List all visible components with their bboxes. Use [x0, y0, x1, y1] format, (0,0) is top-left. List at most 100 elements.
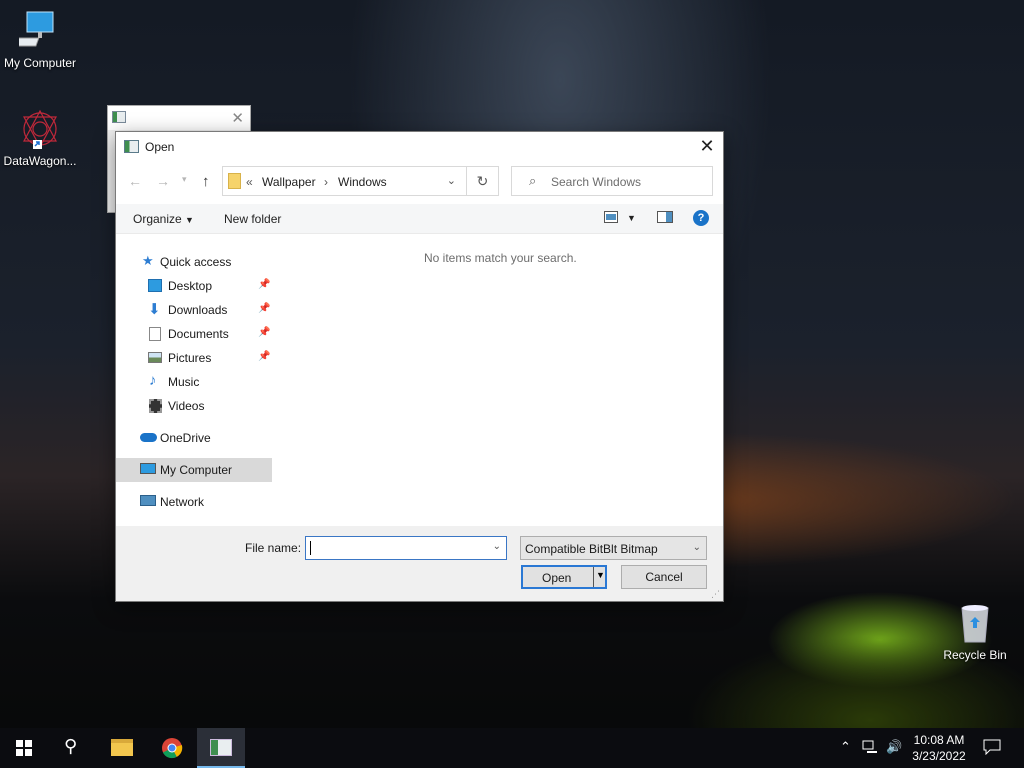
sidebar-item-label: Pictures [168, 351, 212, 365]
help-icon[interactable]: ? [693, 210, 709, 226]
breadcrumb-wallpaper[interactable]: Wallpaper [262, 175, 316, 189]
file-explorer-taskbar-button[interactable] [98, 728, 146, 768]
organize-button[interactable]: Organize ▼ [133, 212, 194, 226]
network-status-icon[interactable] [862, 739, 878, 768]
file-type-value: Compatible BitBlt Bitmap [525, 542, 658, 556]
pin-icon[interactable]: 📌 [258, 303, 270, 314]
chevron-down-icon[interactable]: ⌄ [493, 541, 501, 552]
sidebar-item-music[interactable]: ♪ Music [116, 370, 272, 394]
pin-icon[interactable]: 📌 [258, 279, 270, 290]
desktop-icon-label: My Computer [3, 56, 77, 70]
recycle-bin-icon [954, 602, 996, 644]
desktop-icon-recycle-bin[interactable]: Recycle Bin [935, 602, 1015, 662]
breadcrumb-overflow[interactable]: « [246, 175, 253, 189]
dropdown-arrow-icon[interactable]: ▼ [596, 570, 605, 580]
sidebar-item-network[interactable]: Network [116, 490, 272, 514]
sidebar-item-label: OneDrive [160, 431, 211, 445]
split-divider [593, 567, 594, 587]
open-button-label: Open [542, 571, 572, 585]
sidebar-item-desktop[interactable]: Desktop 📌 [116, 274, 272, 298]
file-name-input[interactable]: ⌄ [305, 536, 507, 560]
notifications-icon[interactable] [983, 739, 1001, 768]
sidebar-item-label: Network [160, 495, 205, 509]
sidebar-item-videos[interactable]: Videos [116, 394, 272, 418]
sidebar-item-label: Music [168, 375, 200, 389]
network-icon [140, 495, 156, 506]
chrome-icon [162, 738, 183, 759]
search-box[interactable]: ⌕ Search Windows [511, 166, 713, 196]
sidebar-item-label: Documents [168, 327, 229, 341]
new-folder-button[interactable]: New folder [224, 212, 281, 226]
search-button[interactable]: ⚲ [48, 728, 96, 768]
open-file-dialog: Open ✕ ← → ▾ ↑ « Wallpaper › Windows ⌄ ↻… [115, 131, 724, 602]
back-arrow-icon[interactable]: ← [128, 173, 142, 189]
address-bar[interactable]: « Wallpaper › Windows ⌄ ↻ [222, 166, 499, 196]
pictures-icon [148, 352, 162, 363]
film-icon [149, 399, 162, 413]
breadcrumb-windows[interactable]: Windows [338, 175, 387, 189]
preview-pane-icon[interactable] [657, 211, 673, 226]
search-icon: ⚲ [64, 736, 78, 756]
chevron-right-icon[interactable]: › [324, 175, 328, 189]
recent-locations-chevron-icon[interactable]: ▾ [182, 174, 187, 185]
dialog-footer: File name: ⌄ Compatible BitBlt Bitmap ⌄ … [116, 526, 723, 601]
music-note-icon: ♪ [149, 372, 157, 389]
navigation-pane: ★ Quick access Desktop 📌 ⬇ Downloads 📌 D… [116, 234, 272, 526]
sidebar-item-my-computer[interactable]: My Computer [116, 458, 272, 482]
active-app-taskbar-button[interactable] [197, 728, 245, 768]
up-arrow-icon[interactable]: ↑ [202, 173, 210, 190]
chevron-down-icon[interactable]: ▼ [627, 213, 636, 223]
dialog-title: Open [145, 140, 175, 154]
search-icon: ⌕ [529, 173, 537, 188]
sidebar-item-downloads[interactable]: ⬇ Downloads 📌 [116, 298, 272, 322]
monitor-icon [140, 463, 156, 474]
datawagon-icon [19, 108, 61, 150]
app-icon [112, 111, 126, 123]
file-name-label: File name: [245, 541, 302, 555]
sidebar-item-quick-access[interactable]: ★ Quick access [116, 250, 272, 274]
chrome-taskbar-button[interactable] [148, 728, 196, 768]
desktop-folder-icon [148, 279, 162, 292]
pin-icon[interactable]: 📌 [258, 327, 270, 338]
text-caret [310, 541, 311, 555]
chevron-up-icon[interactable]: ⌃ [840, 739, 851, 768]
clock-time: 10:08 AM [913, 733, 965, 747]
sidebar-item-onedrive[interactable]: OneDrive [116, 426, 272, 450]
view-options-icon[interactable] [604, 211, 618, 226]
document-icon [149, 327, 161, 341]
sidebar-item-label: Videos [168, 399, 205, 413]
chevron-down-icon[interactable]: ⌄ [447, 174, 456, 187]
monitor-icon [9, 10, 61, 52]
sidebar-item-label: Quick access [160, 255, 232, 269]
sidebar-item-label: Desktop [168, 279, 213, 293]
desktop-icon-my-computer[interactable]: My Computer [0, 10, 80, 70]
start-button[interactable] [0, 728, 48, 768]
cancel-button[interactable]: Cancel [621, 565, 707, 589]
open-button[interactable]: Open ▼ [521, 565, 607, 589]
app-icon [210, 739, 232, 756]
chevron-down-icon: ▼ [185, 215, 194, 225]
sidebar-item-documents[interactable]: Documents 📌 [116, 322, 272, 346]
sidebar-item-pictures[interactable]: Pictures 📌 [116, 346, 272, 370]
forward-arrow-icon[interactable]: → [156, 173, 170, 189]
star-icon: ★ [142, 253, 154, 268]
dialog-titlebar[interactable]: Open ✕ [116, 132, 723, 162]
organize-label: Organize [133, 212, 182, 226]
cloud-icon [140, 433, 157, 442]
search-input[interactable]: Search Windows [551, 175, 641, 189]
desktop-icon-datawagon[interactable]: DataWagon... [0, 108, 80, 168]
volume-icon[interactable]: 🔊 [886, 739, 902, 768]
navigation-bar: ← → ▾ ↑ « Wallpaper › Windows ⌄ ↻ ⌕ Sear… [116, 162, 723, 204]
close-icon[interactable]: ✕ [231, 109, 244, 127]
system-clock[interactable]: 10:08 AM 3/23/2022 [905, 732, 973, 764]
empty-results-message: No items match your search. [424, 251, 577, 265]
desktop-icon-label: DataWagon... [3, 154, 77, 168]
pin-icon[interactable]: 📌 [258, 351, 270, 362]
refresh-icon[interactable]: ↻ [466, 167, 498, 195]
file-type-select[interactable]: Compatible BitBlt Bitmap ⌄ [520, 536, 707, 560]
taskbar: ⚲ ⌃ 🔊 10:08 AM 3/23/2022 [0, 728, 1024, 768]
desktop-icon-label: Recycle Bin [943, 648, 1007, 662]
folder-icon [111, 739, 133, 756]
resize-grip-icon[interactable]: ⋰ [711, 589, 720, 600]
close-icon[interactable]: ✕ [697, 136, 717, 157]
